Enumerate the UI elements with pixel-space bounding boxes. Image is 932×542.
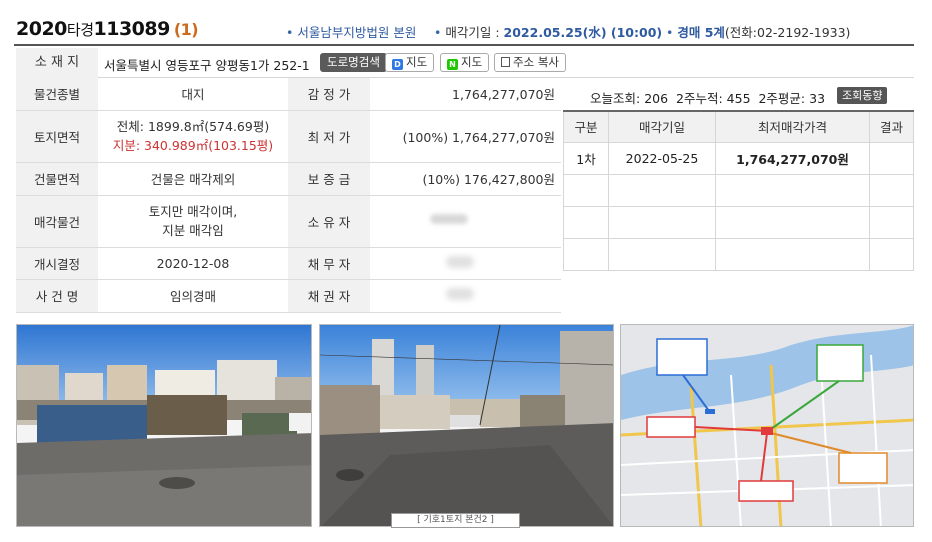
address-row: 소 재 지 서울특별시 영등포구 양평동1가 252-1 도로명검색 D 지도 N…: [16, 48, 914, 78]
start-decision-value: 2020-12-08: [98, 247, 288, 280]
view-stats: 오늘조회: 206 2주누적: 455 2주평균: 33: [590, 91, 826, 106]
sale-item-line2: 지분 매각임: [162, 223, 224, 238]
case-number-title: 2020타경113089 (1): [16, 18, 199, 40]
case-name-value: 임의경매: [98, 279, 288, 313]
road-name-search-button[interactable]: 도로명검색: [320, 53, 387, 72]
location-map-photo[interactable]: [620, 324, 914, 527]
minimum-price-value: (100%) 1,764,277,070원: [370, 110, 561, 163]
owner-name-blurred: ••••: [430, 213, 468, 224]
sale-date: 2022.05.25(水) (10:00): [503, 25, 663, 40]
creditor-value: •••: [370, 279, 561, 313]
alley-photo-image: [320, 325, 613, 526]
table-row: 건물면적 건물은 매각제외 보 증 금 (10%) 176,427,800원: [16, 162, 561, 196]
land-area-share: 지분: 340.989㎡(103.15평): [112, 138, 274, 153]
start-decision-label: 개시결정: [16, 247, 98, 280]
creditor-label: 채 권 자: [288, 279, 370, 313]
col-min-price: 최저매각가격: [715, 111, 870, 143]
street-photo-image: ​: [17, 325, 311, 526]
owner-value: ••••: [370, 195, 561, 248]
address-label: 소 재 지: [16, 48, 98, 78]
table-row: [563, 173, 914, 207]
round-cell: 1차: [563, 141, 609, 175]
case-name-label: 사 건 명: [16, 279, 98, 313]
creditor-name-blurred: •••: [446, 288, 474, 300]
property-type-label: 물건종별: [16, 78, 98, 111]
header-divider: [14, 44, 914, 46]
deposit-value: (10%) 176,427,800원: [370, 162, 561, 196]
table-row: 1차 2022-05-25 1,764,277,070원: [563, 141, 914, 175]
appraisal-label: 감 정 가: [288, 78, 370, 111]
table-row: 물건종별 대지 감 정 가 1,764,277,070원: [16, 78, 561, 111]
owner-label: 소 유 자: [288, 195, 370, 248]
price-cell: 1,764,277,070원: [715, 141, 870, 175]
minimum-price-label: 최 저 가: [288, 110, 370, 163]
naver-map-icon: N: [447, 59, 458, 70]
result-cell: [869, 141, 914, 175]
table-row: [563, 205, 914, 239]
daum-map-icon: D: [392, 59, 403, 70]
court-info: • 서울남부지방법원 본원: [286, 25, 417, 40]
sale-item-value: 토지만 매각이며, 지분 매각임: [98, 195, 288, 248]
date-cell: 2022-05-25: [608, 141, 716, 175]
court-name: 서울남부지방법원 본원: [297, 25, 417, 40]
property-info-table: 물건종별 대지 감 정 가 1,764,277,070원 토지면적 전체: 18…: [16, 78, 561, 313]
photo-caption: [ 기호1토지 본건2 ]: [391, 513, 520, 528]
property-photo-1[interactable]: ​: [16, 324, 312, 527]
naver-map-button[interactable]: N 지도: [440, 53, 490, 72]
col-round: 구분: [563, 111, 609, 143]
location-map-image: [621, 325, 913, 526]
sale-item-label: 매각물건: [16, 195, 98, 248]
table-row: 매각물건 토지만 매각이며, 지분 매각임 소 유 자 ••••: [16, 195, 561, 248]
copy-address-button[interactable]: 주소 복사: [494, 53, 566, 72]
col-result: 결과: [869, 111, 914, 143]
building-area-label: 건물면적: [16, 162, 98, 196]
building-area-value: 건물은 매각제외: [98, 162, 288, 196]
daum-map-button[interactable]: D 지도: [385, 53, 435, 72]
appraisal-value: 1,764,277,070원: [370, 78, 561, 111]
debtor-value: •••: [370, 247, 561, 280]
today-views: 206: [644, 91, 669, 106]
case-header: 2020타경113089 (1) • 서울남부지방법원 본원 • 매각기일 : 2…: [0, 0, 932, 46]
sale-schedule-table: 구분 매각기일 최저매각가격 결과 1차 2022-05-25 1,764,27…: [563, 110, 914, 271]
division-phone: (전화:02-2192-1933): [724, 25, 851, 40]
table-row: [563, 237, 914, 271]
debtor-label: 채 무 자: [288, 247, 370, 280]
land-area-total: 전체: 1899.8㎡(574.69평): [116, 119, 270, 134]
copy-icon: [501, 57, 510, 67]
property-type-value: 대지: [98, 78, 288, 111]
col-sale-date: 매각기일: [608, 111, 716, 143]
deposit-label: 보 증 금: [288, 162, 370, 196]
two-week-views: 455: [726, 91, 751, 106]
table-row: 토지면적 전체: 1899.8㎡(574.69평) 지분: 340.989㎡(1…: [16, 110, 561, 163]
table-row: 사 건 명 임의경매 채 권 자 •••: [16, 279, 561, 313]
two-week-average: 33: [809, 91, 826, 106]
debtor-name-blurred: •••: [446, 255, 474, 268]
sale-item-line1: 토지만 매각이며,: [148, 204, 238, 219]
property-photo-2[interactable]: [319, 324, 614, 527]
table-header-row: 구분 매각기일 최저매각가격 결과: [563, 111, 914, 143]
view-trend-button[interactable]: 조회동향: [837, 87, 888, 104]
land-area-label: 토지면적: [16, 110, 98, 163]
table-row: 개시결정 2020-12-08 채 무 자 •••: [16, 247, 561, 280]
land-area-value: 전체: 1899.8㎡(574.69평) 지분: 340.989㎡(103.15…: [98, 110, 288, 163]
address-value: 서울특별시 영등포구 양평동1가 252-1: [104, 58, 310, 73]
division-info: • 경매 5계(전화:02-2192-1933): [666, 25, 851, 40]
case-item-count: (1): [173, 20, 199, 39]
sale-date-info: • 매각기일 : 2022.05.25(水) (10:00): [434, 25, 663, 40]
division: 경매 5계: [677, 25, 725, 40]
